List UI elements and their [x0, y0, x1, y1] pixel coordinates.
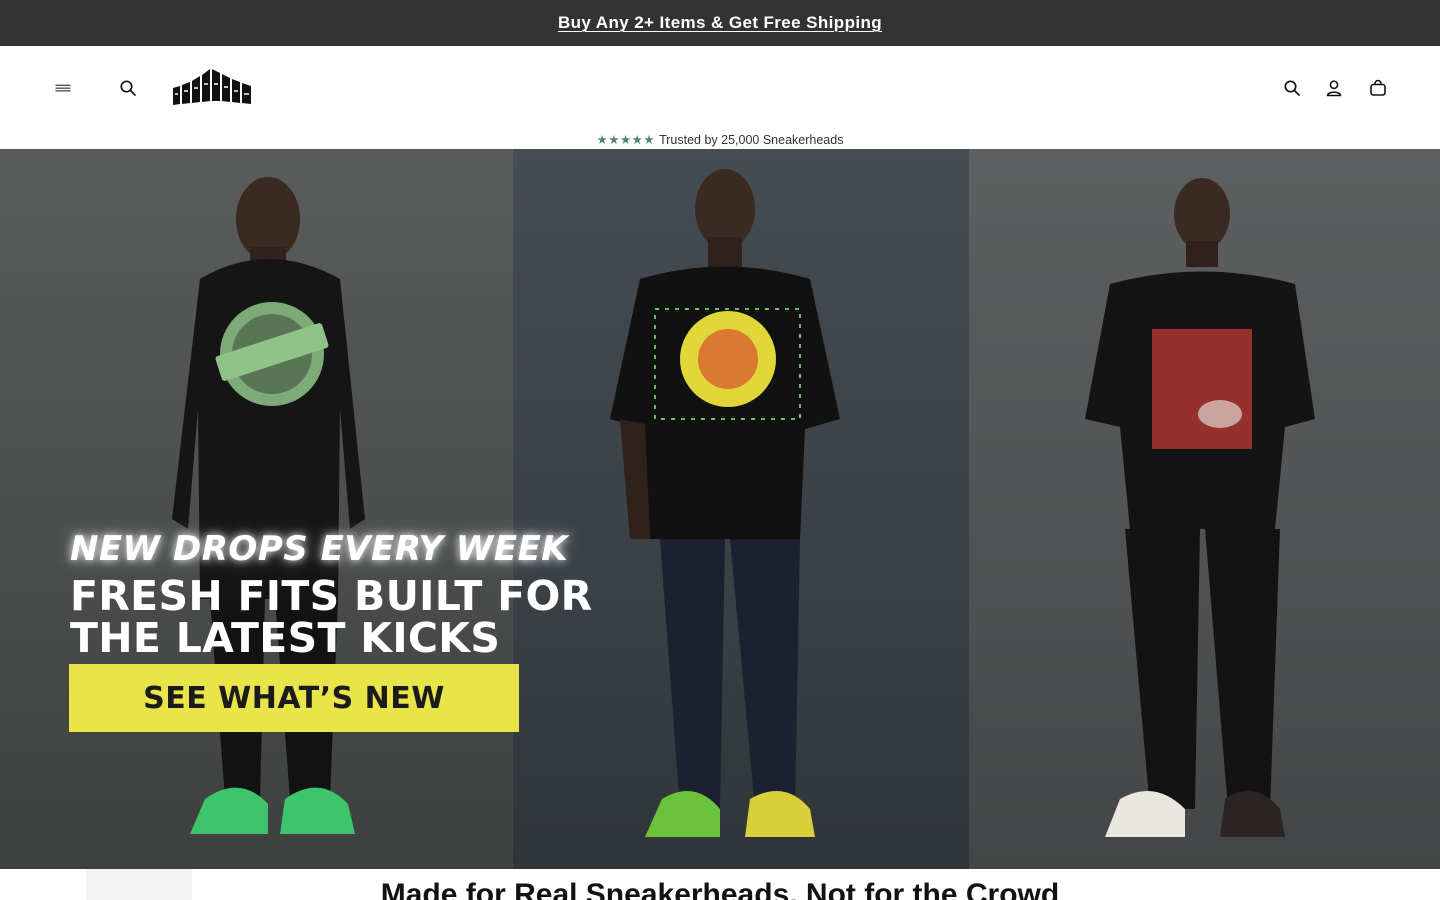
- announcement-text[interactable]: Buy Any 2+ Items & Get Free Shipping: [558, 13, 882, 33]
- hero-kicker: NEW DROPS EVERY WEEK: [70, 529, 569, 569]
- search-icon: [1284, 80, 1300, 96]
- account-button[interactable]: [1318, 72, 1350, 104]
- model-hoodie-image: [172, 177, 365, 834]
- see-whats-new-button[interactable]: SEE WHAT’S NEW: [69, 664, 519, 732]
- hero-banner[interactable]: NEW DROPS EVERY WEEK FRESH FITS BUILT FO…: [0, 149, 1440, 869]
- site-header: [0, 46, 1440, 130]
- brand-logo[interactable]: [170, 66, 254, 108]
- trust-text: Trusted by 25,000 Sneakerheads: [659, 132, 844, 147]
- menu-button[interactable]: [47, 72, 79, 104]
- rating-stars-icon: ★★★★★: [596, 133, 656, 147]
- model-tee-image: [610, 169, 840, 837]
- cart-button[interactable]: [1362, 72, 1394, 104]
- model-tee-red-image: [1085, 178, 1315, 837]
- account-icon: [1326, 80, 1342, 97]
- search-button[interactable]: [112, 72, 144, 104]
- header-search-button[interactable]: [1276, 72, 1308, 104]
- logo-icon: [173, 69, 251, 105]
- search-icon: [120, 80, 136, 96]
- hero-headline-line1: FRESH FITS BUILT FOR: [70, 572, 593, 620]
- hero-headline: FRESH FITS BUILT FOR THE LATEST KICKS: [70, 575, 630, 659]
- hero-headline-line2: THE LATEST KICKS: [70, 614, 501, 662]
- section-title: Made for Real Sneakerheads, Not for the …: [380, 878, 1060, 900]
- announcement-bar: Buy Any 2+ Items & Get Free Shipping: [0, 0, 1440, 46]
- trust-bar: ★★★★★ Trusted by 25,000 Sneakerheads: [0, 130, 1440, 149]
- menu-icon: [55, 84, 71, 92]
- hero-text-block: NEW DROPS EVERY WEEK FRESH FITS BUILT FO…: [70, 529, 630, 659]
- cart-icon: [1370, 79, 1386, 96]
